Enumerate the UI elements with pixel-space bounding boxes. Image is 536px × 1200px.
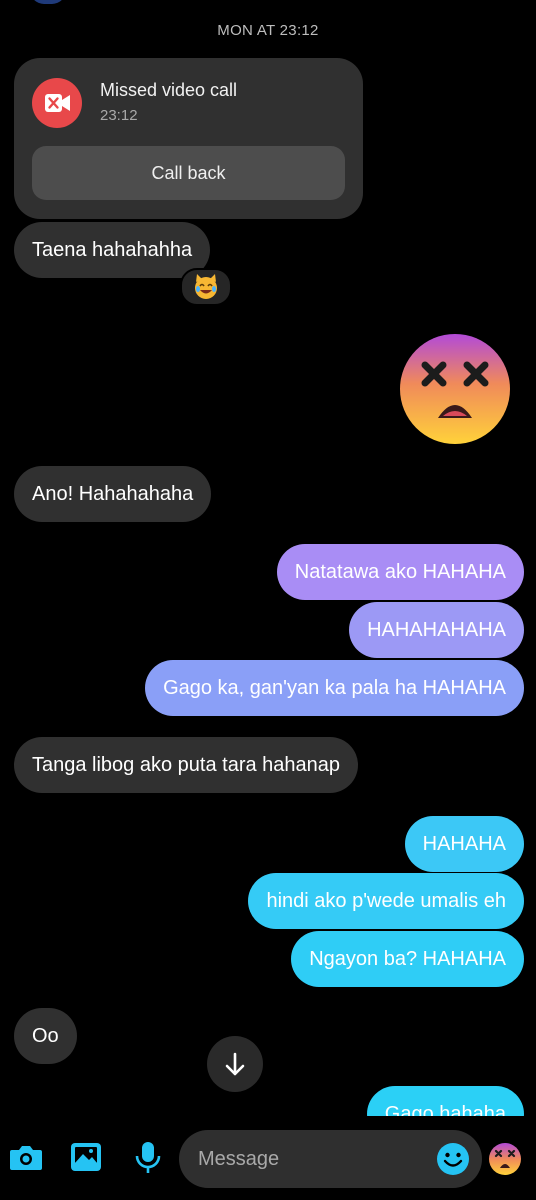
camera-icon[interactable] [8, 1140, 44, 1174]
gallery-icon[interactable] [68, 1140, 104, 1174]
microphone-icon[interactable] [130, 1140, 166, 1174]
emoji-icon[interactable] [436, 1142, 470, 1176]
message-outgoing[interactable]: Gago ka, gan'yan ka pala ha HAHAHA [145, 660, 524, 716]
message-placeholder: Message [198, 1148, 280, 1170]
message-input[interactable]: Message [179, 1130, 482, 1188]
call-back-button[interactable]: Call back [32, 146, 345, 200]
scroll-to-bottom-button[interactable] [207, 1036, 263, 1092]
dizzy-face-sticker[interactable] [398, 332, 512, 446]
message-incoming[interactable]: Taena hahahahha [14, 222, 211, 278]
message-incoming[interactable]: Ano! Hahahahaha [14, 466, 212, 522]
message-outgoing[interactable]: HAHAHAHAHA [349, 602, 524, 658]
missed-call-title: Missed video call [100, 80, 238, 100]
message-incoming[interactable]: Oo [14, 1008, 77, 1064]
message-outgoing[interactable]: hindi ako p'wede umalis eh [248, 873, 524, 929]
crying-laughing-cat-icon [195, 274, 217, 299]
message-outgoing[interactable]: Ngayon ba? HAHAHA [291, 931, 524, 987]
message-outgoing[interactable]: Natatawa ako HAHAHA [276, 544, 524, 600]
missed-call-card: Missed video call 23:12 Call back [14, 58, 363, 219]
missed-video-call-icon [32, 78, 82, 128]
message-outgoing[interactable]: HAHAHA [404, 816, 524, 872]
contact-avatar[interactable] [30, 0, 66, 4]
date-separator: MON AT 23:12 [217, 22, 319, 39]
message-incoming[interactable]: Tanga libog ako puta tara hahanap [14, 737, 359, 793]
arrow-down-icon [225, 1052, 245, 1076]
quick-reaction-dizzy-icon[interactable] [488, 1142, 522, 1176]
message-reaction[interactable] [180, 268, 232, 306]
missed-call-time: 23:12 [100, 107, 138, 124]
